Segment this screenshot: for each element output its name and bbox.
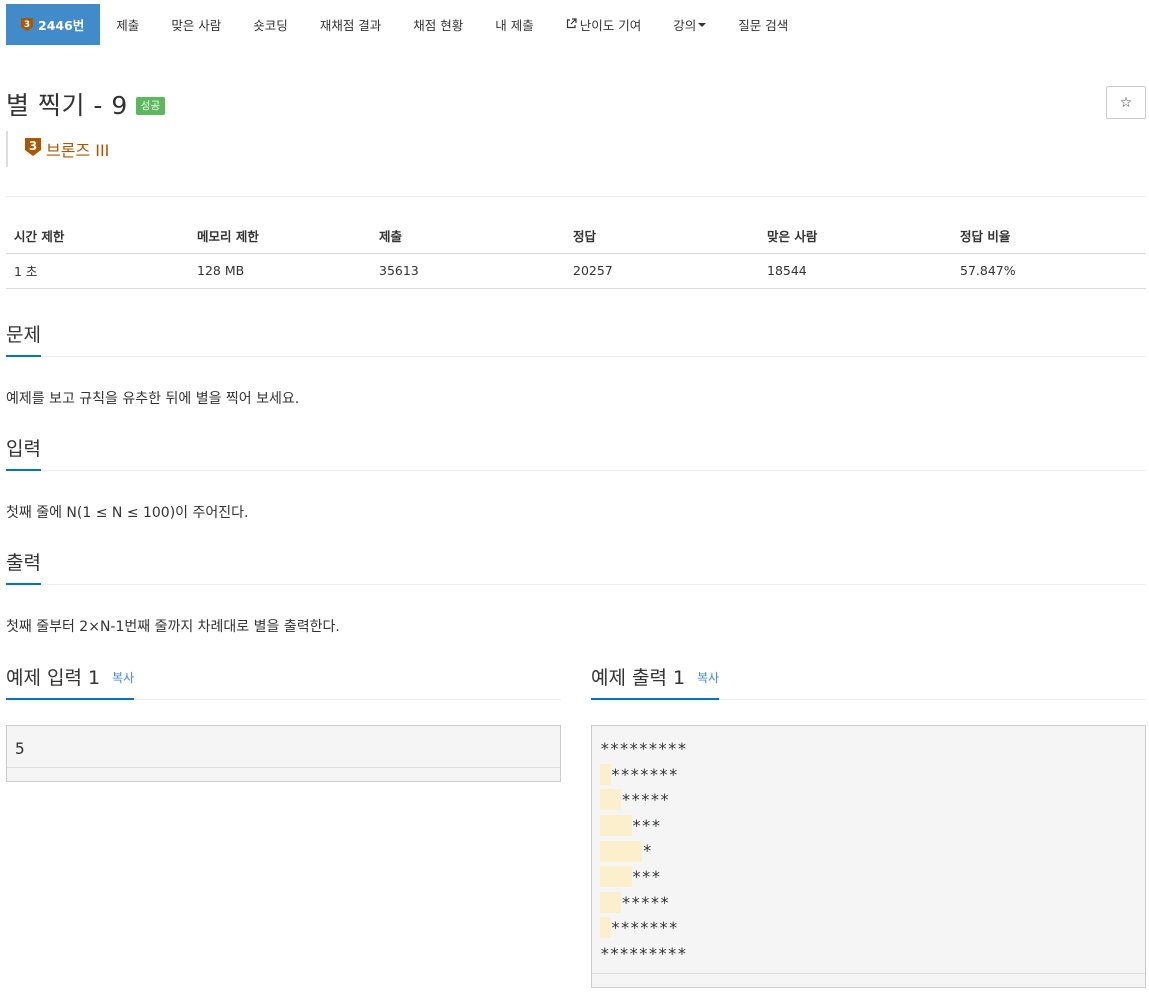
- table-cell: 1 초: [6, 253, 189, 289]
- section-title: 출력: [6, 549, 41, 585]
- star-text: *: [642, 841, 653, 861]
- whitespace-highlight: [600, 789, 622, 811]
- sample-output-header: 예제 출력 1 복사: [591, 664, 1146, 700]
- whitespace-highlight: [600, 763, 611, 785]
- input-text: 첫째 줄에 N(1 ≤ N ≤ 100)이 주어진다.: [6, 505, 249, 521]
- sample-output-line: *: [600, 838, 1137, 864]
- whitespace-highlight: [600, 891, 622, 913]
- sample-output-line: *********: [600, 736, 1137, 762]
- sample-input-box: 5: [6, 725, 561, 782]
- table-cell: 128 MB: [189, 253, 371, 289]
- sample-output-line: ***: [600, 813, 1137, 839]
- output-text: 첫째 줄부터 2×N-1번째 줄까지 차례대로 별을 출력한다.: [6, 619, 340, 635]
- nav-item-accepted-users[interactable]: 맞은 사람: [155, 4, 237, 45]
- nav-item-lectures-dropdown[interactable]: 강의: [657, 4, 722, 45]
- input-header: 입력: [6, 435, 1146, 471]
- description-text: 예제를 보고 규칙을 유추한 뒤에 별을 찍어 보세요.: [6, 391, 300, 407]
- svg-text:3: 3: [24, 20, 30, 30]
- nav-item-short-coding[interactable]: 숏코딩: [237, 4, 304, 45]
- nav-item-label: 2446번: [38, 18, 85, 33]
- nav-item-label: 질문 검색: [738, 18, 789, 33]
- external-link-icon: [566, 17, 577, 32]
- sample-input-line: 5: [15, 739, 25, 758]
- star-text: *******: [610, 918, 679, 938]
- sample-output-line: ***: [600, 864, 1137, 890]
- star-button[interactable]: ☆: [1106, 86, 1146, 119]
- nav-item-label: 내 제출: [495, 18, 534, 33]
- caret-down-icon: [698, 22, 707, 27]
- nav-item-question-search[interactable]: 질문 검색: [722, 4, 804, 45]
- table-row: 1 초 128 MB 35613 20257 18544 57.847%: [6, 253, 1146, 289]
- sample-output-box: ********* ******* ***** *** * *** ***** *******…: [591, 725, 1146, 988]
- problem-tier: 3 브론즈 III: [6, 131, 109, 167]
- scrollbar-track[interactable]: [7, 767, 560, 781]
- nav-item-submit[interactable]: 제출: [100, 4, 155, 45]
- nav-item-label: 재채점 결과: [319, 18, 382, 33]
- section-title: 예제 출력 1: [591, 667, 686, 689]
- nav-item-label: 맞은 사람: [171, 18, 222, 33]
- table-header-row: 시간 제한 메모리 제한 제출 정답 맞은 사람 정답 비율: [6, 218, 1146, 254]
- nav-item-label: 난이도 기여: [579, 18, 642, 33]
- nav-item-label: 강의: [673, 18, 697, 33]
- nav-item-label: 채점 현황: [413, 18, 464, 33]
- sample-output-line: *******: [600, 915, 1137, 941]
- table-cell: 20257: [565, 253, 759, 289]
- star-text: *********: [600, 943, 687, 963]
- star-icon: ☆: [1119, 94, 1133, 111]
- star-text: ***: [631, 815, 661, 835]
- bronze-tier-icon: 3: [24, 137, 42, 161]
- nav-item-difficulty-contribution[interactable]: 난이도 기여: [550, 4, 657, 45]
- bronze-tier-icon: 3: [20, 17, 34, 32]
- sample-input-header: 예제 입력 1 복사: [6, 664, 561, 700]
- sample-output-title-wrap: 예제 출력 1 복사: [591, 664, 720, 700]
- description-header: 문제: [6, 321, 1146, 357]
- whitespace-highlight: [600, 815, 632, 837]
- star-text: *********: [600, 739, 687, 758]
- problem-header: 별 찍기 - 9 성공: [6, 86, 166, 122]
- svg-text:3: 3: [29, 139, 37, 153]
- table-cell: 18544: [759, 253, 952, 289]
- nav-item-problem[interactable]: 3 2446번: [6, 4, 101, 45]
- problem-info-table: 시간 제한 메모리 제한 제출 정답 맞은 사람 정답 비율 1 초 128 M…: [6, 218, 1146, 289]
- sample-input-title-wrap: 예제 입력 1 복사: [6, 664, 135, 700]
- copy-sample-input-button[interactable]: 복사: [112, 671, 134, 685]
- problem-nav: 3 2446번 제출 맞은 사람 숏코딩 재채점 결과 채점 현황 내 제출 난…: [6, 4, 804, 45]
- page-title: 별 찍기 - 9: [6, 91, 128, 120]
- tier-label[interactable]: 브론즈 III: [46, 137, 109, 161]
- table-cell: 57.847%: [952, 253, 1146, 289]
- sample-output-line: *****: [600, 787, 1137, 813]
- nav-item-label: 숏코딩: [253, 18, 288, 33]
- table-header: 맞은 사람: [759, 218, 952, 254]
- scrollbar-track[interactable]: [592, 973, 1145, 987]
- whitespace-highlight: [600, 866, 632, 888]
- star-text: ***: [631, 866, 661, 886]
- section-title: 입력: [6, 435, 41, 471]
- nav-item-rejudge-results[interactable]: 재채점 결과: [304, 4, 397, 45]
- status-badge: 성공: [135, 96, 166, 116]
- section-title: 예제 입력 1: [6, 667, 101, 689]
- section-title: 문제: [6, 321, 41, 357]
- whitespace-highlight: [600, 840, 643, 862]
- table-cell: 35613: [371, 253, 565, 289]
- sample-output-line: *****: [600, 890, 1137, 916]
- nav-item-label: 제출: [116, 18, 140, 33]
- table-header: 시간 제한: [6, 218, 189, 254]
- table-header: 정답: [565, 218, 759, 254]
- star-text: *****: [621, 790, 670, 810]
- table-header: 정답 비율: [952, 218, 1146, 254]
- whitespace-highlight: [600, 917, 611, 939]
- copy-sample-output-button[interactable]: 복사: [697, 671, 719, 685]
- nav-item-status[interactable]: 채점 현황: [397, 4, 479, 45]
- sample-output-line: *********: [600, 941, 1137, 967]
- table-header: 메모리 제한: [189, 218, 371, 254]
- sample-output-line: *******: [600, 762, 1137, 788]
- nav-item-my-submissions[interactable]: 내 제출: [479, 4, 549, 45]
- star-text: *****: [621, 892, 670, 912]
- star-text: *******: [610, 764, 679, 784]
- output-header: 출력: [6, 549, 1146, 585]
- divider: [6, 196, 1146, 197]
- table-header: 제출: [371, 218, 565, 254]
